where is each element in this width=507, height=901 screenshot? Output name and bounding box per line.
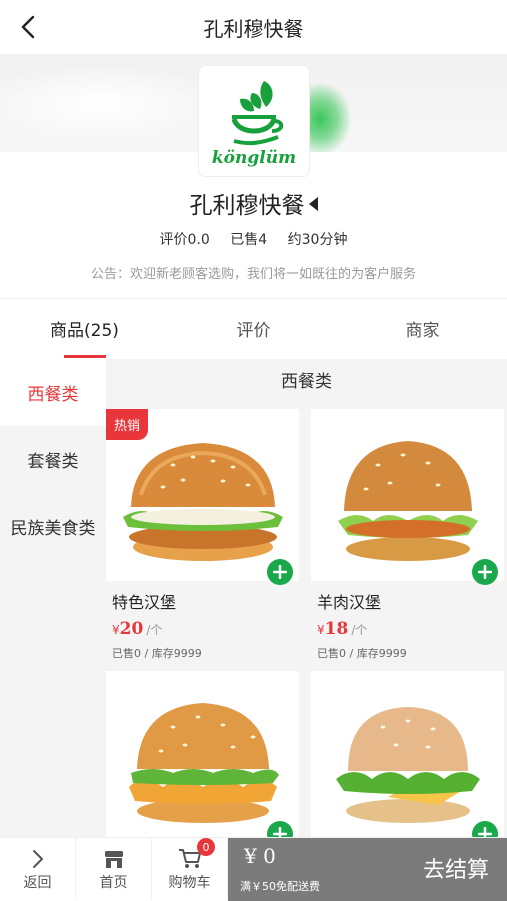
- store-logo: könglüm: [199, 66, 309, 176]
- product-name: 特色汉堡: [112, 593, 177, 612]
- nav-cart[interactable]: 购物车 0: [152, 838, 228, 900]
- product-image: [311, 671, 504, 837]
- tab-bar: 商品(25) 评价 商家: [0, 298, 507, 358]
- category-sidebar: 西餐类 套餐类 民族美食类: [0, 359, 106, 837]
- cart-total: ¥ 0: [244, 844, 276, 868]
- tab-goods[interactable]: 商品(25): [0, 299, 169, 358]
- chevron-left-icon: [21, 15, 35, 39]
- chevron-right-icon: [32, 850, 43, 868]
- store-sold: 已售4: [230, 232, 268, 248]
- nav-cart-label: 购物车: [168, 875, 211, 891]
- tab-reviews[interactable]: 评价: [169, 299, 338, 358]
- tab-merchant[interactable]: 商家: [338, 299, 507, 358]
- store-delivery-time: 约30分钟: [287, 232, 348, 248]
- store-stats: 评价0.0 已售4 约30分钟: [0, 229, 507, 249]
- add-to-cart-button[interactable]: [472, 559, 498, 585]
- plus-icon: [478, 565, 492, 579]
- page-title: 孔利穆快餐: [203, 16, 304, 41]
- category-western[interactable]: 西餐类: [0, 359, 106, 426]
- cart-count-badge: 0: [197, 838, 215, 856]
- category-ethnic[interactable]: 民族美食类: [0, 493, 106, 560]
- product-card[interactable]: [311, 671, 504, 837]
- category-combo[interactable]: 套餐类: [0, 426, 106, 493]
- plus-icon: [273, 565, 287, 579]
- plus-icon: [478, 827, 492, 837]
- hot-badge: 热销: [106, 409, 149, 440]
- product-image: 热销: [106, 409, 299, 585]
- product-price: ¥18/个: [317, 619, 368, 639]
- product-card[interactable]: [106, 671, 299, 837]
- nav-back[interactable]: 返回: [0, 838, 76, 900]
- nav-home[interactable]: 首页: [76, 838, 152, 900]
- add-to-cart-button[interactable]: [267, 559, 293, 585]
- checkout-bar[interactable]: ¥ 0 满￥50免配送费 去结算: [228, 838, 507, 901]
- product-list: 西餐类 热销 特色汉堡 ¥20/个 已售0 / 库存9999 羊肉汉堡 ¥18 …: [106, 359, 507, 837]
- nav-back-label: 返回: [23, 875, 52, 891]
- store-name[interactable]: 孔利穆快餐: [0, 186, 507, 220]
- section-title: 西餐类: [281, 371, 332, 392]
- product-stock: 已售0 / 库存9999: [112, 647, 202, 660]
- product-card[interactable]: 热销 特色汉堡 ¥20/个 已售0 / 库存9999: [106, 409, 299, 671]
- top-bar: 孔利穆快餐: [0, 0, 507, 54]
- product-image: [311, 409, 504, 585]
- back-button[interactable]: [14, 13, 42, 41]
- caret-left-icon: [308, 197, 318, 211]
- free-delivery-note: 满￥50免配送费: [240, 880, 320, 893]
- plus-icon: [273, 827, 287, 837]
- product-card[interactable]: 羊肉汉堡 ¥18/个 已售0 / 库存9999: [311, 409, 504, 671]
- store-rating: 评价0.0: [159, 232, 210, 248]
- store-notice: 公告：欢迎新老顾客选购，我们将一如既往的为客户服务: [90, 267, 416, 282]
- product-image: [106, 671, 299, 837]
- bottom-bar: 返回 首页 购物车 0 ¥ 0 满￥50免配送费 去结算: [0, 837, 507, 901]
- product-name: 羊肉汉堡: [317, 593, 382, 612]
- nav-home-label: 首页: [99, 875, 128, 891]
- product-stock: 已售0 / 库存9999: [317, 647, 407, 660]
- logo-text: könglüm: [212, 148, 296, 168]
- store-icon: [104, 851, 123, 868]
- checkout-button[interactable]: 去结算: [423, 852, 489, 884]
- product-price: ¥20/个: [112, 619, 163, 639]
